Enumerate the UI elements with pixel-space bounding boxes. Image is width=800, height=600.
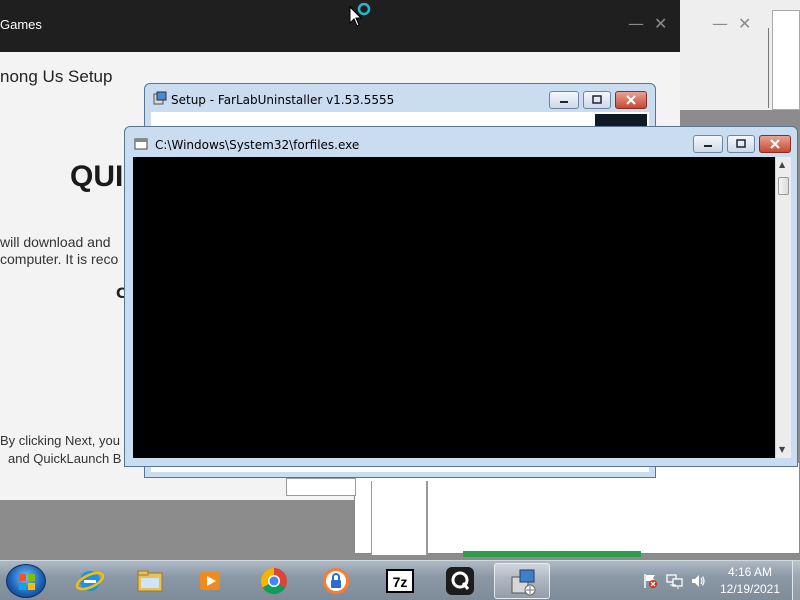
setup-app-icon [153, 91, 167, 105]
taskbar-7zip[interactable]: 7z [372, 563, 428, 599]
scroll-down-icon[interactable]: ▼ [779, 445, 785, 454]
setup-brand-text: QUI [70, 160, 124, 193]
installer-icon [511, 569, 536, 596]
scroll-up-icon[interactable]: ▲ [779, 160, 785, 169]
console-output[interactable] [133, 157, 775, 458]
next-button[interactable] [463, 551, 641, 557]
background-right-window: — ✕ [680, 0, 800, 110]
windows-logo-icon [19, 574, 35, 590]
close-icon[interactable]: ✕ [654, 14, 667, 33]
minimize-button[interactable] [549, 91, 579, 109]
background-panel [772, 10, 800, 110]
media-player-icon [200, 572, 220, 590]
taskbar-setup-installer[interactable] [494, 563, 550, 599]
scrollbar-thumb[interactable] [778, 177, 789, 195]
svg-text:7z: 7z [393, 574, 408, 590]
minimize-button[interactable] [693, 135, 723, 153]
chrome-icon [260, 567, 287, 595]
maximize-icon [584, 92, 610, 108]
console-scrollbar[interactable]: ▲ ▼ [775, 157, 791, 458]
taskbar-quicklaunch[interactable] [432, 563, 488, 599]
maximize-button[interactable] [727, 135, 755, 153]
busy-cursor-icon [349, 3, 371, 27]
background-panel [371, 481, 427, 555]
minimize-icon[interactable]: — [712, 14, 728, 33]
network-icon[interactable] [666, 573, 684, 589]
background-titlebar: Games — ✕ [0, 0, 680, 52]
close-icon [616, 92, 646, 108]
internet-explorer-icon [75, 571, 105, 591]
taskbar-windows-explorer[interactable] [122, 563, 178, 599]
action-center-flag-icon[interactable] [642, 573, 658, 589]
show-desktop-button[interactable] [792, 561, 800, 600]
taskbar-internet-explorer[interactable] [62, 563, 118, 599]
taskbar: 7z [0, 560, 800, 600]
maximize-icon [728, 136, 754, 152]
7zip-icon: 7z [386, 569, 414, 593]
terms-line-2: and QuickLaunch B [8, 451, 122, 466]
setup-heading: nong Us Setup [0, 67, 113, 86]
close-button[interactable] [759, 135, 791, 153]
clock-time[interactable]: 4:16 AM [718, 565, 782, 579]
volume-icon[interactable] [690, 573, 706, 589]
background-window-edge [286, 478, 356, 496]
setup-window-title: Setup - FarLabUninstaller v1.53.5555 [171, 93, 395, 107]
taskbar-chrome[interactable] [246, 563, 302, 599]
close-icon [760, 136, 790, 152]
minimize-icon [550, 92, 578, 108]
minimize-icon[interactable]: — [628, 14, 644, 33]
setup-description-line-1: will download and [0, 234, 111, 250]
background-window-title: Games [0, 17, 42, 32]
close-button[interactable] [615, 91, 647, 109]
lock-icon [323, 568, 349, 594]
console-app-icon [134, 138, 148, 150]
terms-line-1: By clicking Next, you [0, 433, 120, 448]
start-button[interactable] [6, 564, 46, 598]
taskbar-media-player[interactable] [182, 563, 238, 599]
clock-date[interactable]: 12/19/2021 [710, 582, 790, 596]
quicklaunch-icon [446, 567, 474, 595]
minimize-icon [694, 136, 722, 152]
console-window-title: C:\Windows\System32\forfiles.exe [155, 138, 360, 152]
maximize-button[interactable] [583, 91, 611, 109]
window-divider [768, 28, 769, 108]
taskbar-browser-lock[interactable] [308, 563, 364, 599]
setup-description-line-2: computer. It is reco [0, 251, 119, 267]
folder-icon [137, 570, 163, 592]
close-icon[interactable]: ✕ [738, 14, 751, 33]
console-window[interactable]: C:\Windows\System32\forfiles.exe ▲ ▼ [124, 126, 798, 467]
background-content-area [427, 481, 799, 555]
